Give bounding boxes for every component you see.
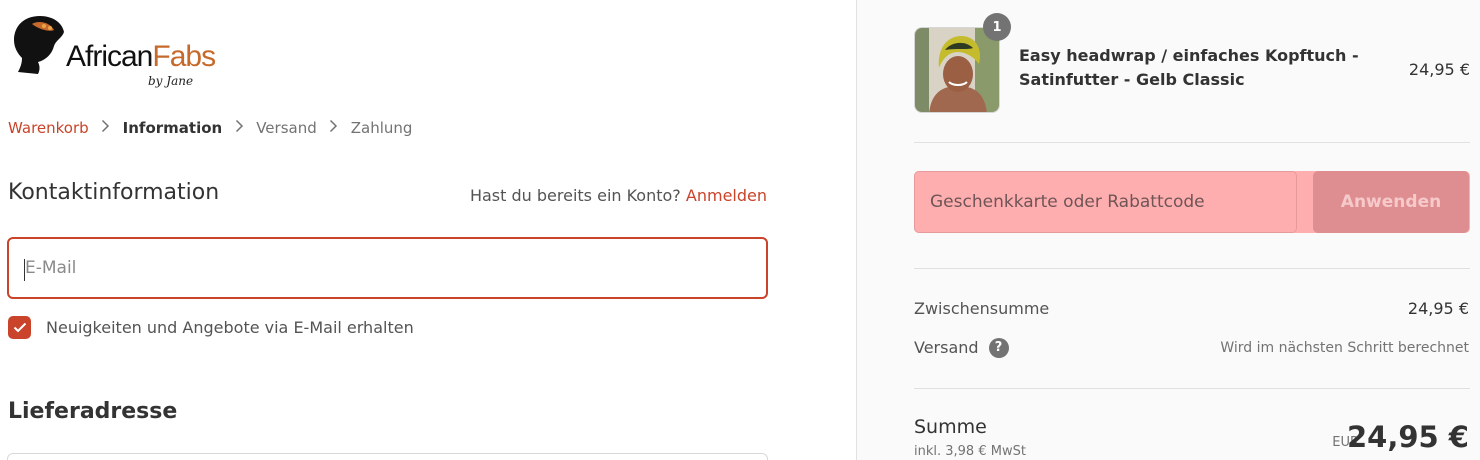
newsletter-checkbox[interactable] xyxy=(8,316,31,339)
breadcrumb-shipping: Versand xyxy=(256,119,317,137)
checkout-main: AfricanFabs by Jane Warenkorb Informatio… xyxy=(0,0,856,460)
breadcrumb-cart[interactable]: Warenkorb xyxy=(8,119,89,137)
divider xyxy=(914,142,1470,143)
shipping-row: Versand? xyxy=(914,337,1009,359)
discount-form: Anwenden xyxy=(914,171,1470,233)
total-amount: 24,95 € xyxy=(1346,420,1469,454)
brand-logo[interactable]: AfricanFabs by Jane xyxy=(10,14,216,94)
newsletter-label: Neuigkeiten und Angebote via E-Mail erha… xyxy=(46,318,414,337)
email-input[interactable] xyxy=(9,239,766,297)
apply-discount-button[interactable]: Anwenden xyxy=(1313,171,1469,233)
email-field[interactable] xyxy=(7,237,768,299)
divider xyxy=(914,268,1470,269)
question-icon[interactable]: ? xyxy=(988,337,1009,358)
logo-subline: by Jane xyxy=(148,74,194,88)
order-summary: 1 Easy headwrap / einfaches Kopftuch - S… xyxy=(856,0,1480,460)
breadcrumb-information: Information xyxy=(122,119,223,137)
product-line: 1 Easy headwrap / einfaches Kopftuch - S… xyxy=(914,13,1470,113)
contact-section-title: Kontaktinformation xyxy=(8,180,220,205)
chevron-right-icon xyxy=(89,119,123,137)
text-caret xyxy=(24,259,25,281)
account-question: Hast du bereits ein Konto? xyxy=(469,186,681,205)
quantity-badge: 1 xyxy=(983,13,1011,41)
total-label: Summe xyxy=(914,416,987,438)
chevron-right-icon xyxy=(222,119,256,137)
breadcrumb: Warenkorb Information Versand Zahlung xyxy=(8,119,412,137)
shipping-address-title: Lieferadresse xyxy=(8,399,178,424)
subtotal-label: Zwischensumme xyxy=(914,299,1050,318)
newsletter-option[interactable]: Neuigkeiten und Angebote via E-Mail erha… xyxy=(8,316,414,339)
divider xyxy=(914,388,1470,389)
shipping-label: Versand xyxy=(914,338,979,357)
logo-silhouette-icon xyxy=(14,16,64,74)
product-price: 24,95 € xyxy=(1408,60,1470,79)
breadcrumb-payment: Zahlung xyxy=(350,119,413,137)
discount-code-input[interactable] xyxy=(915,172,1296,232)
tax-note: inkl. 3,98 € MwSt xyxy=(914,444,1026,459)
subtotal-value: 24,95 € xyxy=(1407,299,1469,318)
product-thumbnail xyxy=(914,27,1000,113)
address-field[interactable] xyxy=(7,453,768,460)
chevron-right-icon xyxy=(317,119,351,137)
account-hint: Hast du bereits ein Konto? Anmelden xyxy=(470,186,767,205)
shipping-value: Wird im nächsten Schritt berechnet xyxy=(1220,340,1469,356)
logo-wordmark: AfricanFabs xyxy=(66,40,216,73)
checkmark-icon xyxy=(13,322,26,333)
discount-field[interactable] xyxy=(914,171,1297,233)
product-name: Easy headwrap / einfaches Kopftuch - Sat… xyxy=(1019,46,1359,89)
login-link[interactable]: Anmelden xyxy=(686,186,767,205)
